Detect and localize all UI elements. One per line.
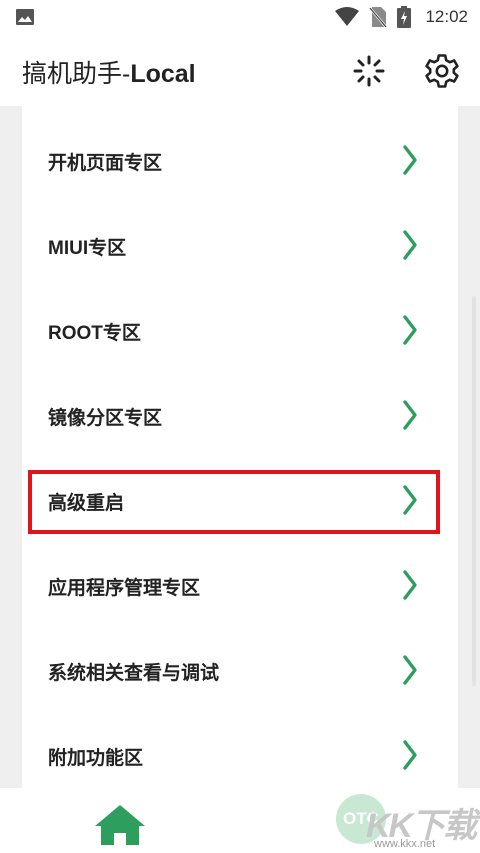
menu-item-boot-page[interactable]: 开机页面专区 <box>22 126 458 194</box>
menu-item-app-management[interactable]: 应用程序管理专区 <box>22 551 458 619</box>
menu-item-root[interactable]: ROOT专区 <box>22 296 458 364</box>
content-area[interactable]: 开机页面专区 MIUI专区 ROOT专区 镜像分区专区 高级重启 应用程序管理专… <box>0 106 480 788</box>
menu-item-label: 附加功能区 <box>48 748 144 769</box>
chevron-right-icon <box>403 230 417 260</box>
settings-icon[interactable] <box>424 53 460 89</box>
status-icons: 12:02 <box>335 6 468 28</box>
menu-item-label: 系统相关查看与调试 <box>48 663 220 684</box>
scrollbar[interactable] <box>472 296 476 686</box>
app-title: 搞机助手-Local <box>22 54 196 90</box>
menu-item-image-partition[interactable]: 镜像分区专区 <box>22 381 458 449</box>
app-title-latin: Local <box>130 60 196 88</box>
chevron-right-icon <box>403 570 417 600</box>
chevron-right-icon <box>403 315 417 345</box>
no-sim-icon <box>369 7 388 28</box>
menu-item-label: 镜像分区专区 <box>48 408 163 429</box>
chevron-right-icon <box>403 400 417 430</box>
menu-item-miui[interactable]: MIUI专区 <box>22 211 458 279</box>
battery-charging-icon <box>397 6 412 28</box>
image-icon <box>16 9 34 25</box>
app-title-cjk: 搞机助手- <box>22 60 131 88</box>
status-bar: 12:02 <box>0 0 480 34</box>
chevron-right-icon <box>403 655 417 685</box>
menu-item-system-debug[interactable]: 系统相关查看与调试 <box>22 636 458 704</box>
menu-item-label: 应用程序管理专区 <box>48 578 201 599</box>
app-bar: 搞机助手-Local <box>0 34 480 106</box>
status-clock: 12:02 <box>425 7 468 26</box>
menu-card: 开机页面专区 MIUI专区 ROOT专区 镜像分区专区 高级重启 应用程序管理专… <box>22 106 458 788</box>
menu-item-label: ROOT专区 <box>48 323 141 344</box>
menu-item-label: 高级重启 <box>48 493 125 514</box>
watermark: OTC KK下载 www.kkx.net <box>336 794 480 853</box>
menu-item-label: 开机页面专区 <box>48 153 163 174</box>
chevron-right-icon <box>403 145 417 175</box>
chevron-right-icon <box>403 485 417 515</box>
menu-item-label: MIUI专区 <box>48 238 127 259</box>
bottom-nav: OTC KK下载 www.kkx.net <box>0 788 480 853</box>
menu-item-advanced-reboot[interactable]: 高级重启 <box>22 466 458 534</box>
chevron-right-icon <box>403 740 417 770</box>
menu-item-extra-features[interactable]: 附加功能区 <box>22 721 458 788</box>
loading-icon[interactable] <box>352 54 386 88</box>
wifi-icon <box>335 7 360 26</box>
watermark-url: www.kkx.net <box>374 838 436 850</box>
home-icon[interactable] <box>94 804 146 846</box>
